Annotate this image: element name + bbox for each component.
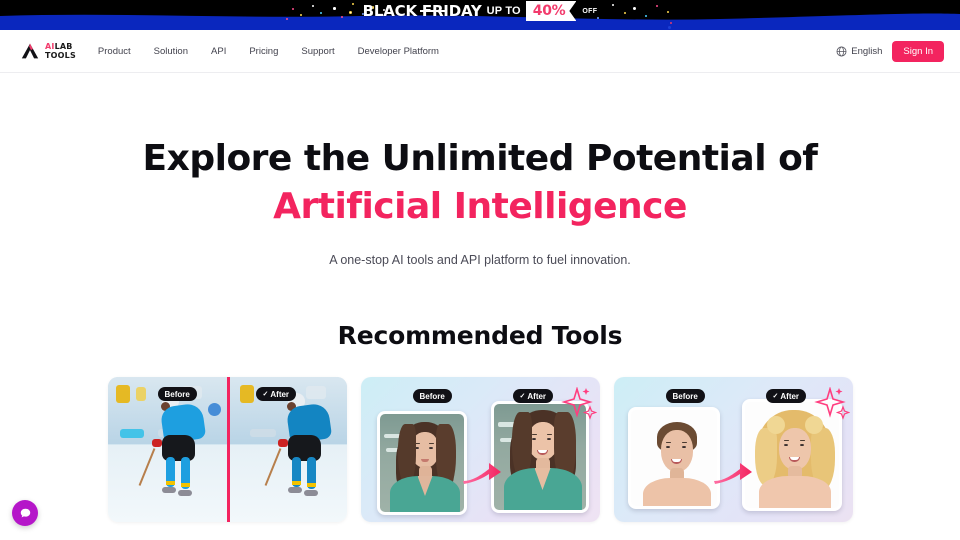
before-photo [376,411,467,515]
logo-text-tools: TOOLS [45,51,76,60]
hockey-player-after [264,391,340,519]
promo-banner[interactable]: BLACK FRIDAY UP TO 40% OFF [0,0,960,30]
promo-discount-value: 40% [532,3,566,19]
before-after-divider[interactable] [226,377,230,522]
nav-item-product[interactable]: Product [98,46,131,57]
sign-in-button[interactable]: Sign In [892,40,944,62]
recommended-tools-section: Recommended Tools Before ✓ After Before … [0,321,960,522]
tool-card-image-enhancer[interactable]: Before ✓ After [107,377,347,522]
logo-row-top: AILAB [45,42,76,51]
page-title: Explore the Unlimited Potential of Artif… [0,135,960,231]
check-icon: ✓ [772,393,779,400]
nav-item-pricing[interactable]: Pricing [249,46,278,57]
globe-icon [836,46,847,56]
after-label: ✓ After [765,389,807,403]
logo[interactable]: AILAB TOOLS [20,42,76,60]
before-label: Before [157,387,197,401]
promo-upto-label: UP TO [486,5,521,17]
nav-item-support[interactable]: Support [301,46,334,57]
before-label: Before [412,389,452,403]
chat-bubble-icon [20,508,30,517]
after-label: ✓ After [512,389,554,403]
promo-discount-tag: 40% [525,1,577,21]
hero-headline-line2: Artificial Intelligence [273,186,687,227]
main-nav: Product Solution API Pricing Support Dev… [98,46,439,57]
mountain-logo-icon [21,43,39,59]
tool-card-list: Before ✓ After Before ✓ After Before ✓ A… [0,377,960,522]
section-title-recommended: Recommended Tools [337,321,623,350]
after-label-text: After [780,391,800,401]
logo-text: AILAB TOOLS [45,42,76,60]
hero-subtitle: A one-stop AI tools and API platform to … [329,253,631,267]
transform-arrow-icon [712,461,754,494]
header-actions: English Sign In [836,40,944,62]
confetti-dot [668,26,671,29]
chat-support-widget[interactable] [12,500,38,526]
promo-content: BLACK FRIDAY UP TO 40% OFF [0,0,960,22]
tool-card-portrait-retouch[interactable]: Before ✓ After [360,377,600,522]
before-label: Before [665,389,705,403]
language-selector[interactable]: English [836,46,882,57]
logo-text-lab: LAB [54,42,73,51]
after-label-text: After [270,389,290,399]
before-label-text: Before [672,391,698,401]
nav-item-developer-platform[interactable]: Developer Platform [358,46,439,57]
nav-item-solution[interactable]: Solution [154,46,188,57]
nav-item-api[interactable]: API [211,46,226,57]
language-label: English [851,45,883,57]
confetti-dot [670,22,672,24]
rink-decor [239,385,254,403]
check-icon: ✓ [262,391,269,398]
transform-arrow-icon [461,461,503,494]
promo-off-label: OFF [582,7,598,15]
promo-title: BLACK FRIDAY [362,2,482,20]
before-label-text: Before [419,391,445,401]
logo-text-ai: AI [45,42,55,51]
check-icon: ✓ [519,393,526,400]
sparkle-icon [813,386,850,426]
before-photo [627,407,720,509]
hockey-player-before [138,391,214,519]
rink-decor [115,385,130,403]
sparkle-icon [560,386,597,426]
after-label: ✓ After [255,387,297,401]
site-header: AILAB TOOLS Product Solution API Pricing… [0,30,960,73]
hero-section: Explore the Unlimited Potential of Artif… [0,73,960,267]
promo-strike-decoration [419,10,446,12]
before-label-text: Before [164,389,190,399]
after-label-text: After [527,391,547,401]
hero-headline-line1: Explore the Unlimited Potential of [142,138,818,179]
tool-card-hairstyle-changer[interactable]: Before ✓ After [613,377,853,522]
